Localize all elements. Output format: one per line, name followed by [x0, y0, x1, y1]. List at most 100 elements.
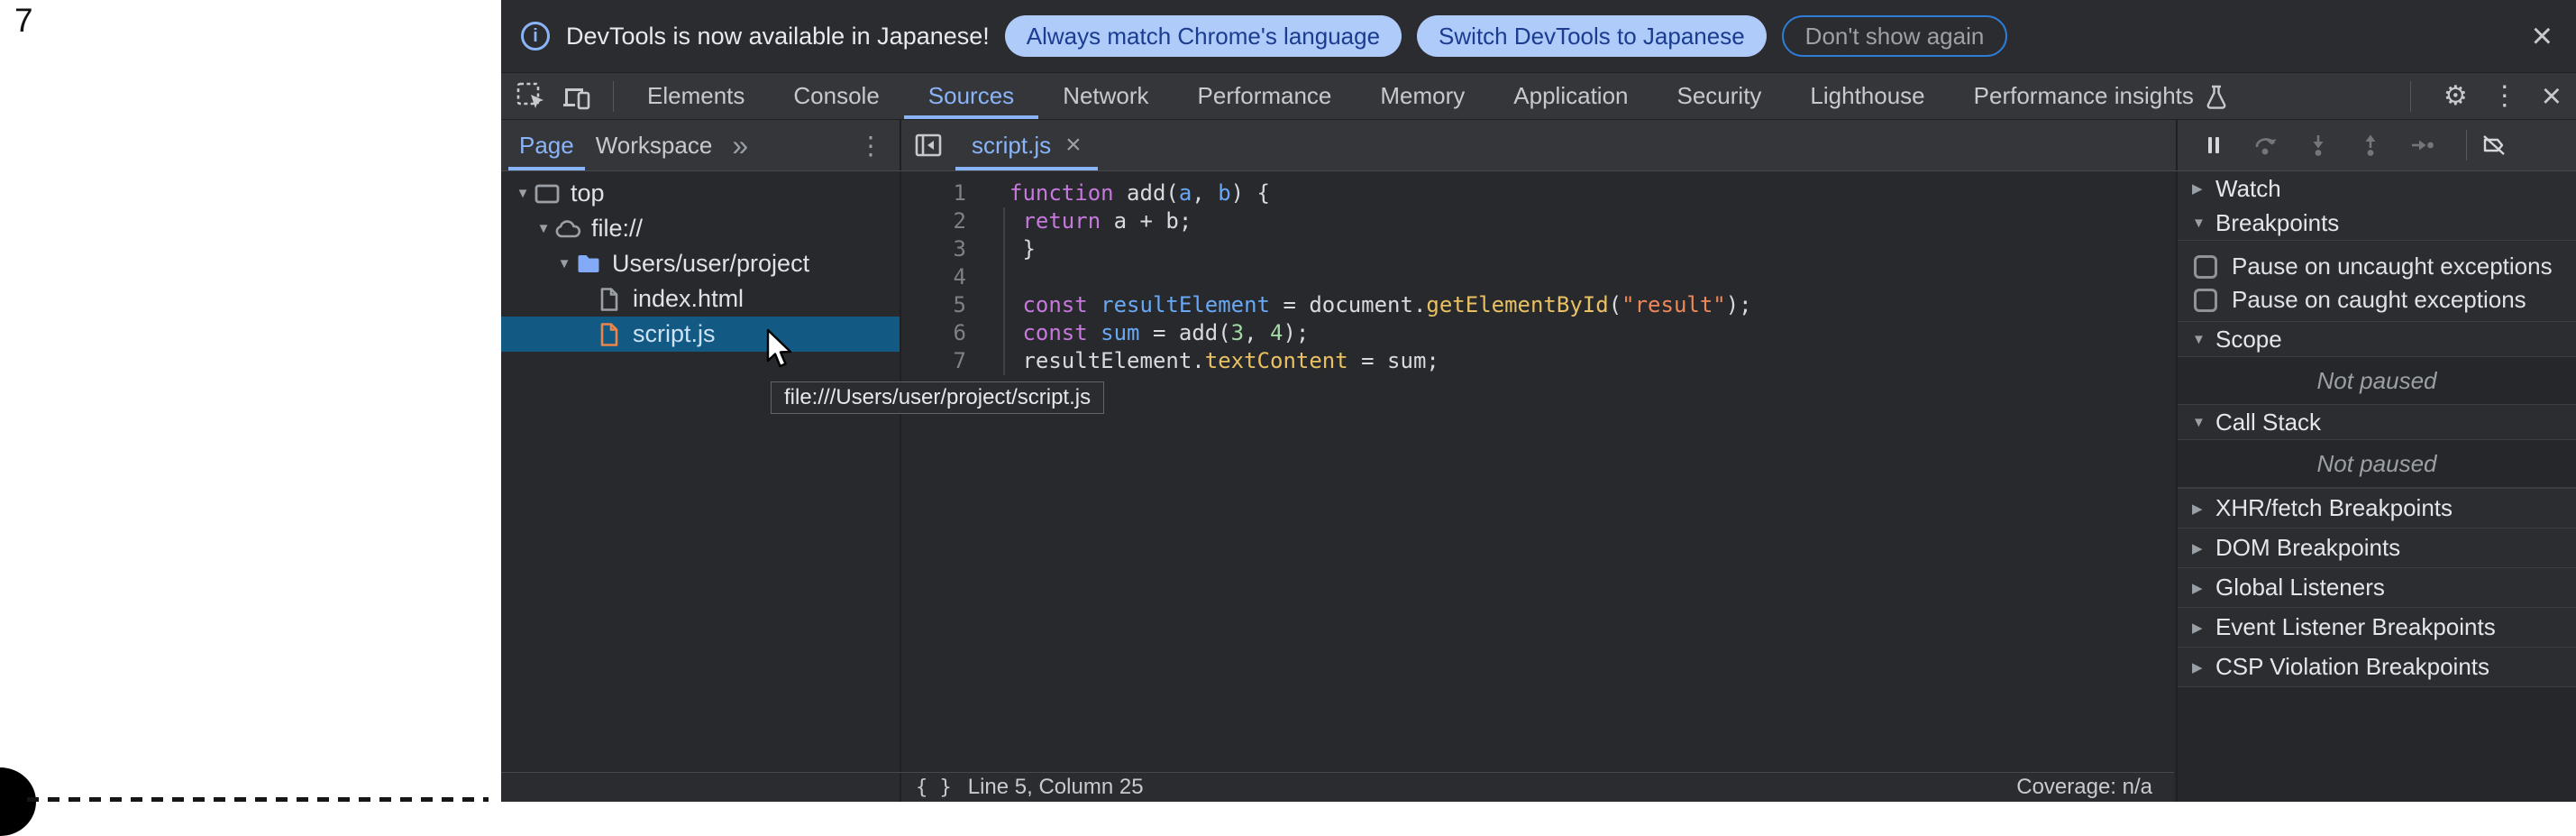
- chevron-down-icon: ▼: [2192, 332, 2215, 347]
- section-header-breakpoints[interactable]: ▼Breakpoints: [2178, 206, 2576, 240]
- cloud-icon: [554, 216, 581, 243]
- file-icon: [596, 286, 623, 313]
- tab-console[interactable]: Console: [769, 73, 903, 119]
- gear-icon[interactable]: ⚙: [2444, 83, 2468, 110]
- line-number[interactable]: 7: [901, 348, 966, 373]
- section-header-global-listeners[interactable]: ▶Global Listeners: [2178, 567, 2576, 607]
- code-line-2: 2 return a + b;: [901, 207, 2176, 234]
- more-tabs-icon[interactable]: »: [723, 120, 757, 170]
- checkbox-row-pause-on-uncaught-exceptions[interactable]: Pause on uncaught exceptions: [2178, 250, 2576, 283]
- notification-bar: i DevTools is now available in Japanese!…: [501, 0, 2576, 73]
- step-over-icon[interactable]: [2248, 127, 2284, 163]
- section-header-dom-breakpoints[interactable]: ▶DOM Breakpoints: [2178, 528, 2576, 567]
- status-bar-spacer: [501, 773, 901, 802]
- debugger-sidebar: ▶Watch▼BreakpointsPause on uncaught exce…: [2176, 171, 2576, 802]
- code-text[interactable]: const resultElement = document.getElemen…: [966, 292, 1752, 317]
- tree-expand-icon[interactable]: ▼: [533, 221, 554, 236]
- coverage-label: Coverage: n/a: [2016, 775, 2152, 800]
- editor-tab-close-icon[interactable]: ×: [1065, 132, 1082, 159]
- checkbox[interactable]: [2194, 289, 2217, 312]
- chevron-right-icon: ▶: [2192, 180, 2215, 197]
- section-header-scope[interactable]: ▼Scope: [2178, 322, 2576, 356]
- tree-item-label: script.js: [633, 320, 716, 348]
- inspect-element-icon[interactable]: [514, 79, 548, 114]
- code-text[interactable]: function add(a, b) {: [966, 180, 1270, 206]
- section-label: Event Listener Breakpoints: [2215, 613, 2496, 641]
- editor-tab-label: script.js: [972, 132, 1051, 160]
- deactivate-breakpoints-icon[interactable]: [2476, 127, 2512, 163]
- folder-icon: [575, 251, 602, 278]
- checkbox-label: Pause on caught exceptions: [2232, 286, 2526, 314]
- line-number[interactable]: 3: [901, 236, 966, 262]
- tab-security[interactable]: Security: [1653, 73, 1786, 119]
- file-js-icon: [596, 321, 623, 348]
- tab-performance[interactable]: Performance: [1174, 73, 1357, 119]
- checkbox-row-pause-on-caught-exceptions[interactable]: Pause on caught exceptions: [2178, 283, 2576, 317]
- section-label: Watch: [2215, 175, 2281, 203]
- code-line-5: 5 const resultElement = document.getElem…: [901, 290, 2176, 318]
- tab-sources[interactable]: Sources: [904, 73, 1038, 119]
- step-icon[interactable]: [2405, 127, 2441, 163]
- device-toolbar-icon[interactable]: [559, 79, 593, 114]
- section-header-watch[interactable]: ▶Watch: [2178, 171, 2576, 206]
- line-number[interactable]: 5: [901, 292, 966, 317]
- line-number[interactable]: 1: [901, 180, 966, 206]
- tree-expand-icon[interactable]: ▼: [553, 256, 575, 271]
- section-header-xhr-fetch-breakpoints[interactable]: ▶XHR/fetch Breakpoints: [2178, 488, 2576, 528]
- chevron-right-icon: ▶: [2192, 540, 2215, 556]
- navigator-header: Page Workspace » ⋮: [501, 120, 901, 170]
- navigator-kebab-icon[interactable]: ⋮: [858, 120, 900, 170]
- tab-lighthouse[interactable]: Lighthouse: [1786, 73, 1949, 119]
- code-lines: 1function add(a, b) {2 return a + b;3 }4…: [901, 179, 2176, 374]
- toolbar-separator: [2410, 81, 2411, 112]
- tree-item-top[interactable]: ▼top: [501, 176, 900, 211]
- tab-page[interactable]: Page: [508, 120, 585, 170]
- tree-item-users-user-project[interactable]: ▼Users/user/project: [501, 246, 900, 281]
- hide-navigator-icon[interactable]: [901, 120, 943, 170]
- mouse-cursor: [765, 328, 798, 370]
- sidebar-filler: [2178, 686, 2576, 802]
- checkbox[interactable]: [2194, 255, 2217, 279]
- section-header-event-listener-breakpoints[interactable]: ▶Event Listener Breakpoints: [2178, 607, 2576, 647]
- inspected-page: 7: [0, 0, 501, 802]
- pause-icon[interactable]: [2196, 127, 2232, 163]
- section-label: Scope: [2215, 326, 2282, 354]
- code-line-1: 1function add(a, b) {: [901, 179, 2176, 207]
- tree-item-file[interactable]: ▼file://: [501, 211, 900, 246]
- tab-performance-insights[interactable]: Performance insights: [1950, 73, 2252, 119]
- section-header-call-stack[interactable]: ▼Call Stack: [2178, 405, 2576, 439]
- switch-devtools-japanese-button[interactable]: Switch DevTools to Japanese: [1417, 15, 1767, 57]
- tree-item-index-html[interactable]: index.html: [501, 281, 900, 317]
- editor-header: script.js ×: [901, 120, 2176, 170]
- code-editor[interactable]: 1function add(a, b) {2 return a + b;3 }4…: [901, 171, 2176, 802]
- line-number[interactable]: 4: [901, 264, 966, 289]
- code-text[interactable]: }: [966, 236, 1036, 262]
- tab-elements[interactable]: Elements: [623, 73, 769, 119]
- tab-network[interactable]: Network: [1038, 73, 1173, 119]
- code-text[interactable]: return a + b;: [966, 208, 1192, 234]
- tab-workspace[interactable]: Workspace: [585, 120, 724, 170]
- dont-show-again-button[interactable]: Don't show again: [1782, 15, 2008, 57]
- sources-header-row: Page Workspace » ⋮ script.js ×: [501, 120, 2576, 171]
- step-into-icon[interactable]: [2300, 127, 2336, 163]
- tree-expand-icon[interactable]: ▼: [512, 186, 534, 201]
- section-header-csp-violation-breakpoints[interactable]: ▶CSP Violation Breakpoints: [2178, 647, 2576, 686]
- editor-tab-script-js[interactable]: script.js ×: [955, 120, 1098, 170]
- close-icon[interactable]: ×: [2542, 79, 2562, 114]
- notification-close-icon[interactable]: ×: [2526, 18, 2558, 54]
- tab-memory[interactable]: Memory: [1356, 73, 1489, 119]
- kebab-menu-icon[interactable]: ⋮: [2491, 83, 2518, 110]
- editor-status-bar: { } Line 5, Column 25 Coverage: n/a: [501, 772, 2174, 802]
- code-text[interactable]: resultElement.textContent = sum;: [966, 348, 1439, 373]
- pretty-print-icon[interactable]: { }: [916, 776, 952, 799]
- chevron-right-icon: ▶: [2192, 620, 2215, 636]
- step-out-icon[interactable]: [2352, 127, 2389, 163]
- tab-application[interactable]: Application: [1489, 73, 1652, 119]
- line-number[interactable]: 6: [901, 320, 966, 345]
- tree-item-script-js[interactable]: script.js: [501, 317, 900, 352]
- debugger-toolbar: [2176, 120, 2576, 170]
- chevron-right-icon: ▶: [2192, 580, 2215, 596]
- always-match-language-button[interactable]: Always match Chrome's language: [1005, 15, 1402, 57]
- code-text[interactable]: const sum = add(3, 4);: [966, 320, 1309, 345]
- line-number[interactable]: 2: [901, 208, 966, 234]
